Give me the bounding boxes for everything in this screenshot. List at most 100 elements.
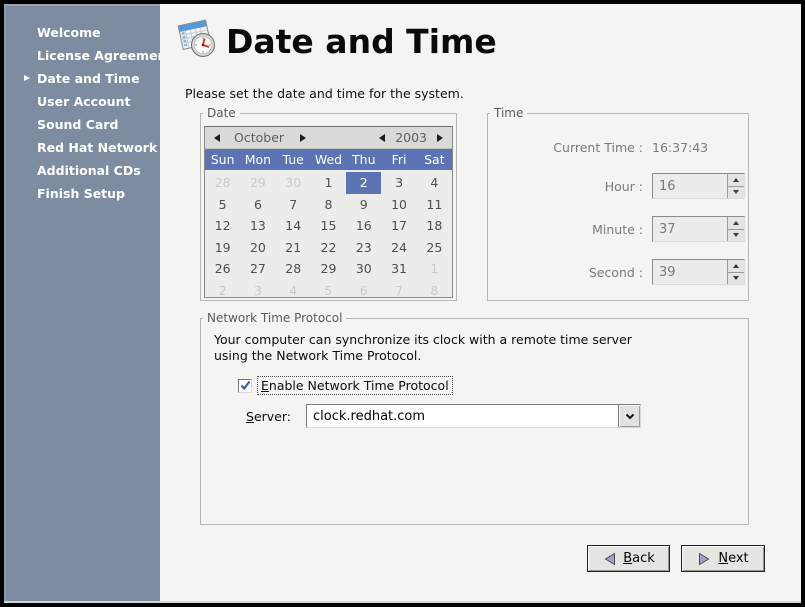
calendar-day-cell[interactable]: 8 <box>417 280 452 302</box>
calendar-day-cell[interactable]: 2 <box>205 280 240 302</box>
calendar-day-cell[interactable]: 3 <box>381 172 416 194</box>
prev-year-button[interactable] <box>377 132 387 144</box>
second-spinner <box>652 259 745 285</box>
calendar-day-cell[interactable]: 23 <box>346 237 381 259</box>
current-time-label: Current Time : <box>498 140 643 155</box>
calendar-day-cell[interactable]: 22 <box>311 237 346 259</box>
second-up-button[interactable] <box>728 260 744 273</box>
sidebar-item-additional-cds[interactable]: Additional CDs <box>4 159 160 182</box>
calendar-day-cell[interactable]: 31 <box>381 258 416 280</box>
calendar-day-cell[interactable]: 13 <box>240 215 275 237</box>
checkmark-icon <box>240 380 251 391</box>
back-button[interactable]: Back <box>587 545 670 572</box>
date-group-label: Date <box>203 106 240 120</box>
calendar-day-cell[interactable]: 4 <box>417 172 452 194</box>
left-arrow-icon <box>379 134 385 142</box>
second-down-button[interactable] <box>728 273 744 285</box>
calendar-day-cell[interactable]: 1 <box>417 258 452 280</box>
ntp-enable-label[interactable]: Enable Network Time Protocol <box>257 376 453 395</box>
calendar-day-cell[interactable]: 9 <box>346 194 381 216</box>
sidebar-item-sound-card[interactable]: Sound Card <box>4 113 160 136</box>
minute-spinner <box>652 216 745 242</box>
second-label: Second : <box>498 265 643 280</box>
hour-down-button[interactable] <box>728 187 744 199</box>
sidebar-item-user-account[interactable]: User Account <box>4 90 160 113</box>
calendar-day-cell[interactable]: 4 <box>276 280 311 302</box>
calendar-day-cell[interactable]: 6 <box>240 194 275 216</box>
calendar-nav: October 2003 <box>205 127 452 149</box>
next-year-button[interactable] <box>435 132 445 144</box>
hour-input[interactable] <box>653 174 727 198</box>
calendar-day-cell[interactable]: 3 <box>240 280 275 302</box>
date-group: Date October 2003 SunMonTueWedThuFriSat … <box>200 113 457 301</box>
page-title: Date and Time <box>226 22 497 61</box>
calendar-day-cell[interactable]: 2 <box>346 172 381 194</box>
calendar-day-header: Wed <box>311 152 346 167</box>
sidebar-item-license-agreement[interactable]: License Agreement <box>4 44 160 67</box>
calendar-clock-icon <box>172 14 220 65</box>
calendar-day-cell[interactable]: 16 <box>346 215 381 237</box>
calendar-day-cell[interactable]: 14 <box>276 215 311 237</box>
minute-down-button[interactable] <box>728 230 744 242</box>
calendar-day-cell[interactable]: 29 <box>240 172 275 194</box>
calendar-day-cell[interactable]: 30 <box>276 172 311 194</box>
calendar-day-cell[interactable]: 30 <box>346 258 381 280</box>
calendar-day-cell[interactable]: 7 <box>276 194 311 216</box>
calendar-day-cell[interactable]: 6 <box>346 280 381 302</box>
next-month-button[interactable] <box>298 132 308 144</box>
calendar-day-cell[interactable]: 28 <box>276 258 311 280</box>
ntp-enable-checkbox[interactable] <box>238 379 252 393</box>
sidebar-item-red-hat-network[interactable]: Red Hat Network <box>4 136 160 159</box>
main-panel: Date and Time Please set the date and ti… <box>160 4 801 603</box>
calendar-day-cell[interactable]: 11 <box>417 194 452 216</box>
second-input[interactable] <box>653 260 727 284</box>
calendar-day-cell[interactable]: 21 <box>276 237 311 259</box>
calendar-day-header: Fri <box>381 152 416 167</box>
calendar-day-cell[interactable]: 28 <box>205 172 240 194</box>
chevron-down-icon <box>625 413 635 420</box>
down-arrow-icon <box>733 233 739 237</box>
calendar-day-header: Tue <box>276 152 311 167</box>
calendar-day-cell[interactable]: 25 <box>417 237 452 259</box>
calendar-day-cell[interactable]: 20 <box>240 237 275 259</box>
hour-row: Hour : <box>498 173 745 199</box>
calendar-day-cell[interactable]: 17 <box>381 215 416 237</box>
calendar-day-cell[interactable]: 5 <box>311 280 346 302</box>
minute-input[interactable] <box>653 217 727 241</box>
calendar-day-header: Sat <box>417 152 452 167</box>
back-button-label: Back <box>623 551 655 566</box>
server-dropdown-button[interactable] <box>618 405 640 427</box>
calendar-day-cell[interactable]: 8 <box>311 194 346 216</box>
next-button-label: Next <box>718 551 748 566</box>
prev-month-button[interactable] <box>212 132 222 144</box>
calendar-day-cell[interactable]: 15 <box>311 215 346 237</box>
down-arrow-icon <box>733 276 739 280</box>
hour-up-button[interactable] <box>728 174 744 187</box>
calendar-day-cell[interactable]: 24 <box>381 237 416 259</box>
calendar-day-cell[interactable]: 26 <box>205 258 240 280</box>
calendar-day-cell[interactable]: 1 <box>311 172 346 194</box>
ntp-group-label: Network Time Protocol <box>203 311 346 325</box>
calendar-day-cell[interactable]: 5 <box>205 194 240 216</box>
next-button[interactable]: Next <box>681 545 765 572</box>
sidebar-item-welcome[interactable]: Welcome <box>4 21 160 44</box>
calendar-day-header: Sun <box>205 152 240 167</box>
calendar-day-cell[interactable]: 10 <box>381 194 416 216</box>
calendar-day-cell[interactable]: 7 <box>381 280 416 302</box>
active-step-arrow-icon <box>24 75 30 81</box>
calendar-day-cell[interactable]: 12 <box>205 215 240 237</box>
wizard-steps-sidebar: WelcomeLicense AgreementDate and TimeUse… <box>4 4 160 603</box>
minute-up-button[interactable] <box>728 217 744 230</box>
sidebar-item-date-and-time[interactable]: Date and Time <box>4 67 160 90</box>
ntp-description: Your computer can synchronize its clock … <box>214 332 632 364</box>
server-input[interactable] <box>307 405 617 427</box>
calendar-day-cell[interactable]: 19 <box>205 237 240 259</box>
page-subtitle: Please set the date and time for the sys… <box>185 86 464 101</box>
calendar-day-cell[interactable]: 18 <box>417 215 452 237</box>
calendar-day-cell[interactable]: 27 <box>240 258 275 280</box>
calendar-grid: 2829301234567891011121314151617181920212… <box>205 170 452 301</box>
minute-label: Minute : <box>498 222 643 237</box>
calendar-day-cell[interactable]: 29 <box>311 258 346 280</box>
sidebar-item-finish-setup[interactable]: Finish Setup <box>4 182 160 205</box>
right-arrow-icon <box>300 134 306 142</box>
